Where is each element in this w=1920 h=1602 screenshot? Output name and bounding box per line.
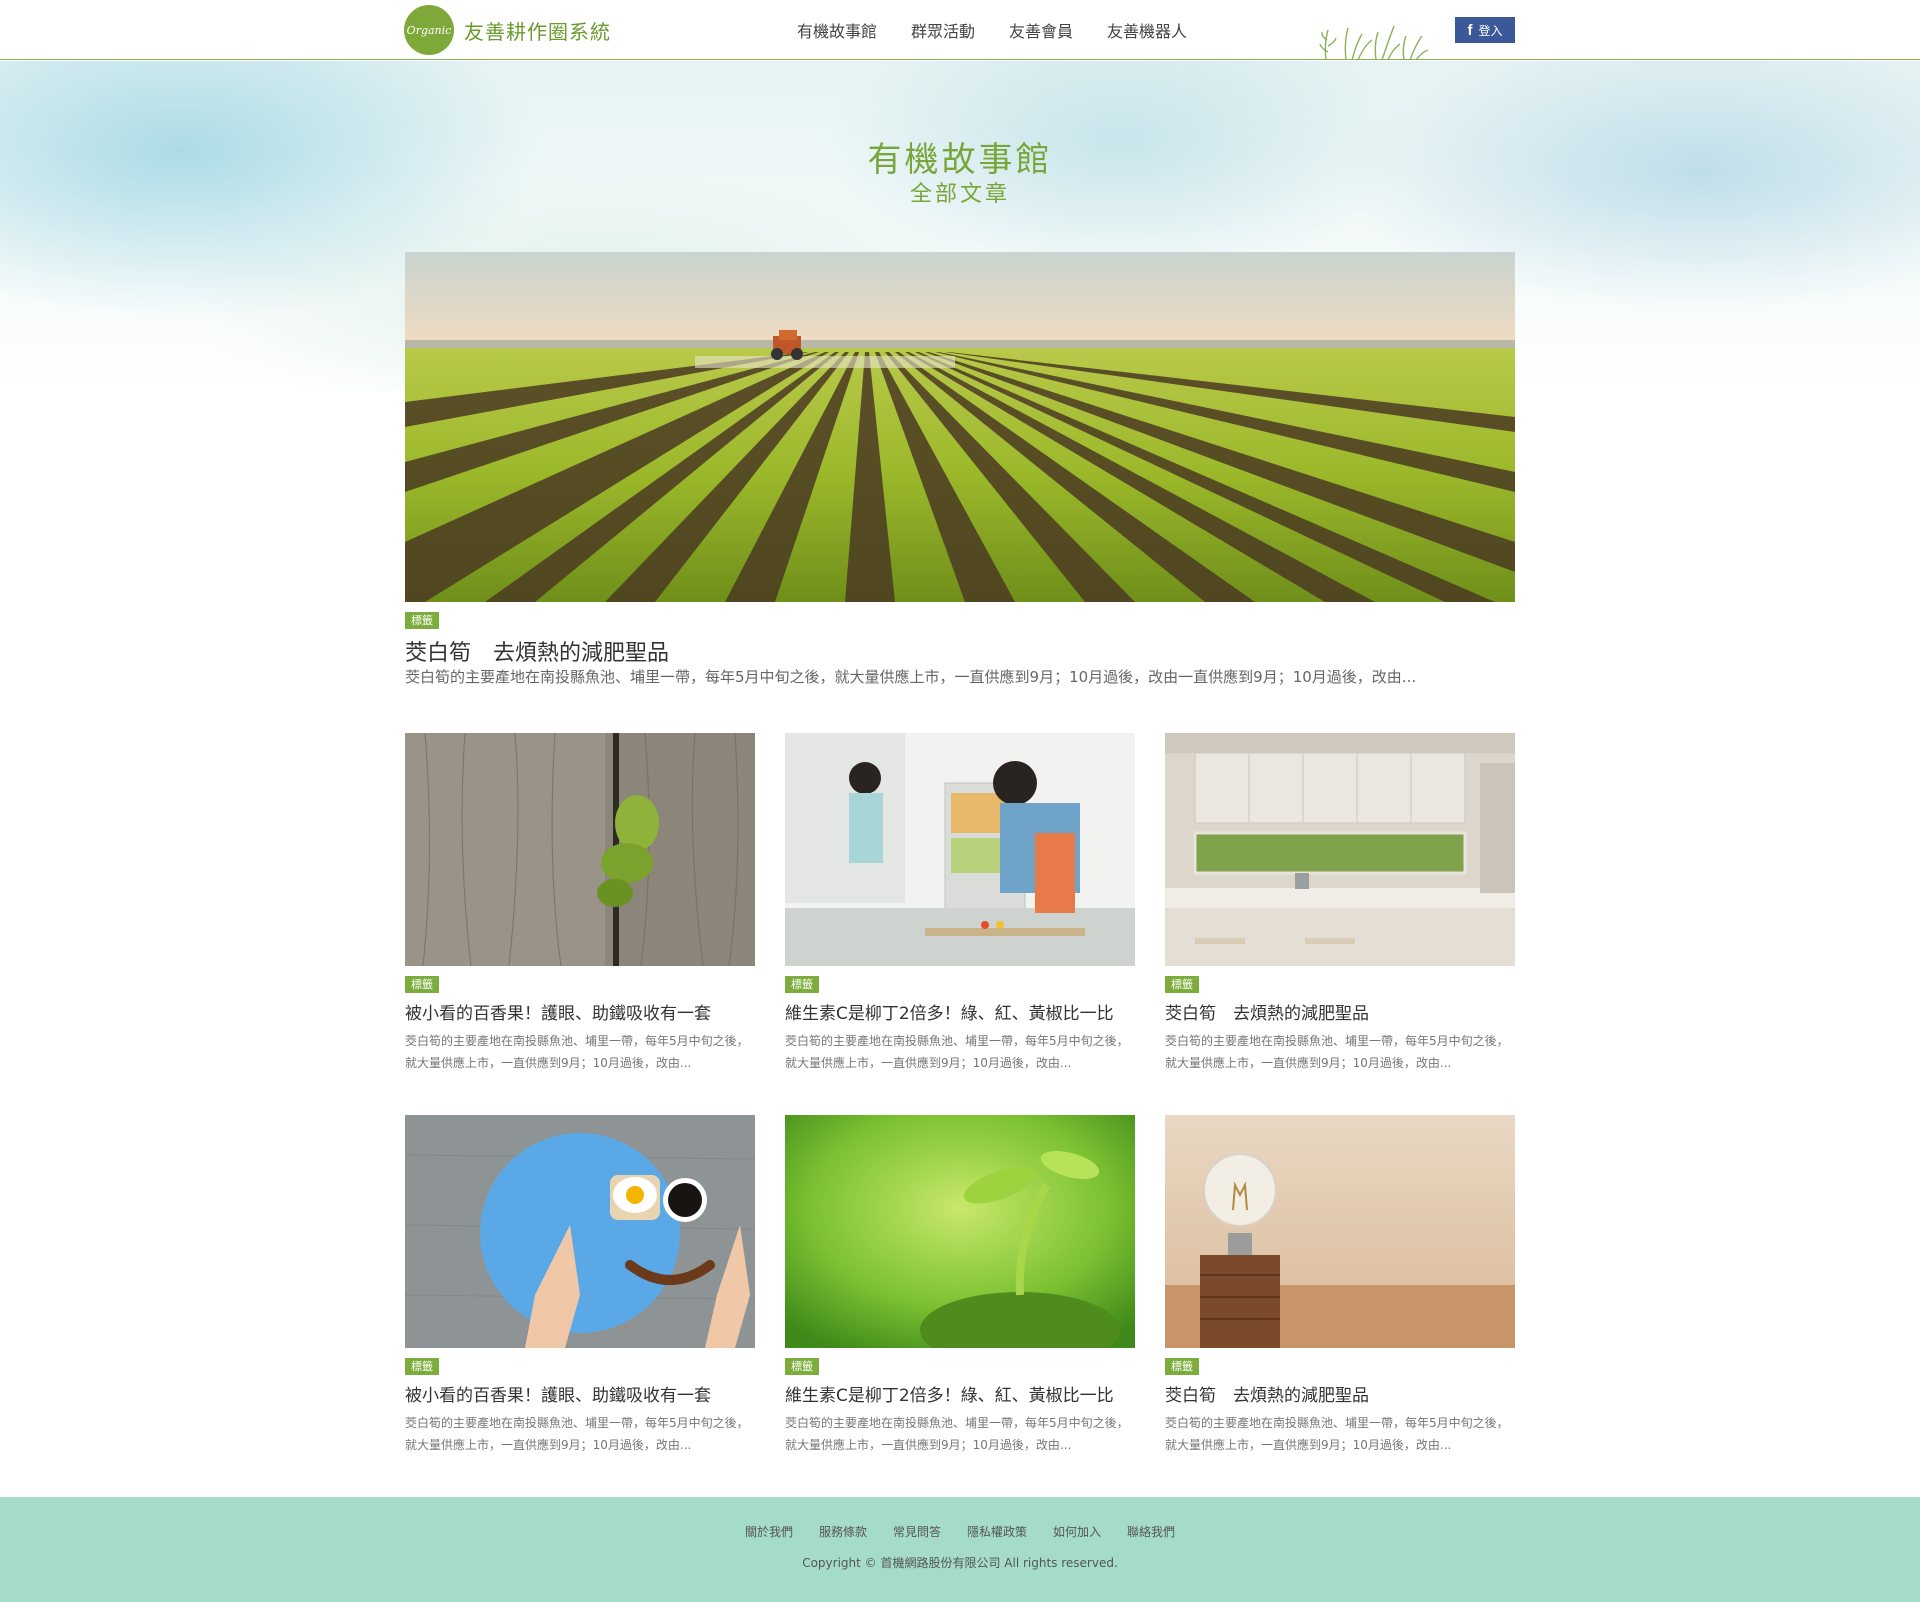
article-card[interactable]: 標籤 被小看的百香果！護眼、助鐵吸收有一套 茭白筍的主要產地在南投縣魚池、埔里一…: [405, 733, 755, 1074]
footer-link-contact[interactable]: 聯絡我們: [1127, 1523, 1175, 1540]
nav-item-robot[interactable]: 友善機器人: [1107, 18, 1187, 42]
nav-item-stories[interactable]: 有機故事館: [797, 18, 877, 42]
footer-link-join[interactable]: 如何加入: [1053, 1523, 1101, 1540]
article-card[interactable]: 標籤 茭白筍 去煩熱的減肥聖品 茭白筍的主要產地在南投縣魚池、埔里一帶，每年5月…: [1165, 1115, 1515, 1456]
article-card-title[interactable]: 茭白筍 去煩熱的減肥聖品: [1165, 999, 1515, 1024]
footer-link-about[interactable]: 關於我們: [745, 1523, 793, 1540]
article-card-image[interactable]: [405, 733, 755, 966]
article-card-excerpt: 茭白筍的主要產地在南投縣魚池、埔里一帶，每年5月中旬之後，就大量供應上市，一直供…: [785, 1034, 1129, 1070]
article-card-excerpt: 茭白筍的主要產地在南投縣魚池、埔里一帶，每年5月中旬之後，就大量供應上市，一直供…: [405, 1416, 749, 1452]
kitchen-couple-image: [785, 733, 1135, 966]
footer-copyright: Copyright © 首機網路股份有限公司 All rights reserv…: [802, 1556, 1118, 1570]
article-card[interactable]: 標籤 維生素C是柳丁2倍多！綠、紅、黃椒比一比 茭白筍的主要產地在南投縣魚池、埔…: [785, 733, 1135, 1074]
article-card[interactable]: 標籤 維生素C是柳丁2倍多！綠、紅、黃椒比一比 茭白筍的主要產地在南投縣魚池、埔…: [785, 1115, 1135, 1456]
light-bulb-image: [1165, 1115, 1515, 1348]
page-title: 有機故事館: [867, 140, 1053, 180]
footer-link-faq[interactable]: 常見問答: [893, 1523, 941, 1540]
wood-plant-image: [405, 733, 755, 966]
nav-item-members[interactable]: 友善會員: [1009, 18, 1073, 42]
featured-article-title[interactable]: 茭白筍 去煩熱的減肥聖品: [405, 635, 669, 667]
grass-decoration-icon: [1319, 25, 1429, 60]
article-card-tag[interactable]: 標籤: [1165, 976, 1199, 993]
footer-link-terms[interactable]: 服務條款: [819, 1523, 867, 1540]
kitchen-interior-image: [1165, 733, 1515, 966]
facebook-login-button[interactable]: f 登入: [1455, 17, 1515, 43]
article-card-tag[interactable]: 標籤: [405, 976, 439, 993]
article-card-excerpt: 茭白筍的主要產地在南投縣魚池、埔里一帶，每年5月中旬之後，就大量供應上市，一直供…: [1165, 1416, 1509, 1452]
article-card-tag[interactable]: 標籤: [785, 1358, 819, 1375]
breakfast-plate-image: [405, 1115, 755, 1348]
article-card-image[interactable]: [785, 1115, 1135, 1348]
article-card-excerpt: 茭白筍的主要產地在南投縣魚池、埔里一帶，每年5月中旬之後，就大量供應上市，一直供…: [405, 1034, 749, 1070]
article-card-title[interactable]: 維生素C是柳丁2倍多！綠、紅、黃椒比一比: [785, 999, 1135, 1024]
article-card[interactable]: 標籤 被小看的百香果！護眼、助鐵吸收有一套 茭白筍的主要產地在南投縣魚池、埔里一…: [405, 1115, 755, 1456]
featured-article-tag[interactable]: 標籤: [405, 612, 439, 629]
facebook-login-label: 登入: [1478, 23, 1503, 38]
article-card-image[interactable]: [405, 1115, 755, 1348]
article-card-title[interactable]: 茭白筍 去煩熱的減肥聖品: [1165, 1381, 1515, 1406]
site-footer: 關於我們 服務條款 常見問答 隱私權政策 如何加入 聯絡我們 Copyright…: [0, 1497, 1920, 1602]
article-card-image[interactable]: [1165, 733, 1515, 966]
nav-item-activities[interactable]: 群眾活動: [911, 18, 975, 42]
article-card[interactable]: 標籤 茭白筍 去煩熱的減肥聖品 茭白筍的主要產地在南投縣魚池、埔里一帶，每年5月…: [1165, 733, 1515, 1074]
footer-link-privacy[interactable]: 隱私權政策: [967, 1523, 1027, 1540]
article-card-tag[interactable]: 標籤: [785, 976, 819, 993]
article-card-title[interactable]: 被小看的百香果！護眼、助鐵吸收有一套: [405, 1381, 755, 1406]
site-header: Organic 友善耕作圈系統 有機故事館 群眾活動 友善會員 友善機器人 f …: [0, 0, 1920, 60]
article-card-excerpt: 茭白筍的主要產地在南投縣魚池、埔里一帶，每年5月中旬之後，就大量供應上市，一直供…: [785, 1416, 1129, 1452]
page-subtitle: 全部文章: [909, 182, 1010, 207]
main-nav: 有機故事館 群眾活動 友善會員 友善機器人: [780, 0, 1204, 60]
site-name: 友善耕作圈系統: [464, 19, 611, 44]
featured-article-excerpt: 茭白筍的主要產地在南投縣魚池、埔里一帶，每年5月中旬之後，就大量供應上市，一直供…: [405, 668, 1417, 686]
featured-article-image[interactable]: [405, 252, 1515, 602]
article-card-image[interactable]: [785, 733, 1135, 966]
article-card-tag[interactable]: 標籤: [1165, 1358, 1199, 1375]
article-card-excerpt: 茭白筍的主要產地在南投縣魚池、埔里一帶，每年5月中旬之後，就大量供應上市，一直供…: [1165, 1034, 1509, 1070]
article-card-title[interactable]: 維生素C是柳丁2倍多！綠、紅、黃椒比一比: [785, 1381, 1135, 1406]
article-card-title[interactable]: 被小看的百香果！護眼、助鐵吸收有一套: [405, 999, 755, 1024]
logo-badge: Organic: [404, 5, 454, 55]
logo-badge-text: Organic: [406, 23, 452, 37]
facebook-icon: f: [1467, 21, 1473, 39]
sprout-image: [785, 1115, 1135, 1348]
footer-links: 關於我們 服務條款 常見問答 隱私權政策 如何加入 聯絡我們: [0, 1523, 1920, 1540]
site-logo[interactable]: Organic 友善耕作圈系統: [404, 5, 611, 55]
farm-field-image: [405, 252, 1515, 602]
article-card-tag[interactable]: 標籤: [405, 1358, 439, 1375]
article-card-image[interactable]: [1165, 1115, 1515, 1348]
